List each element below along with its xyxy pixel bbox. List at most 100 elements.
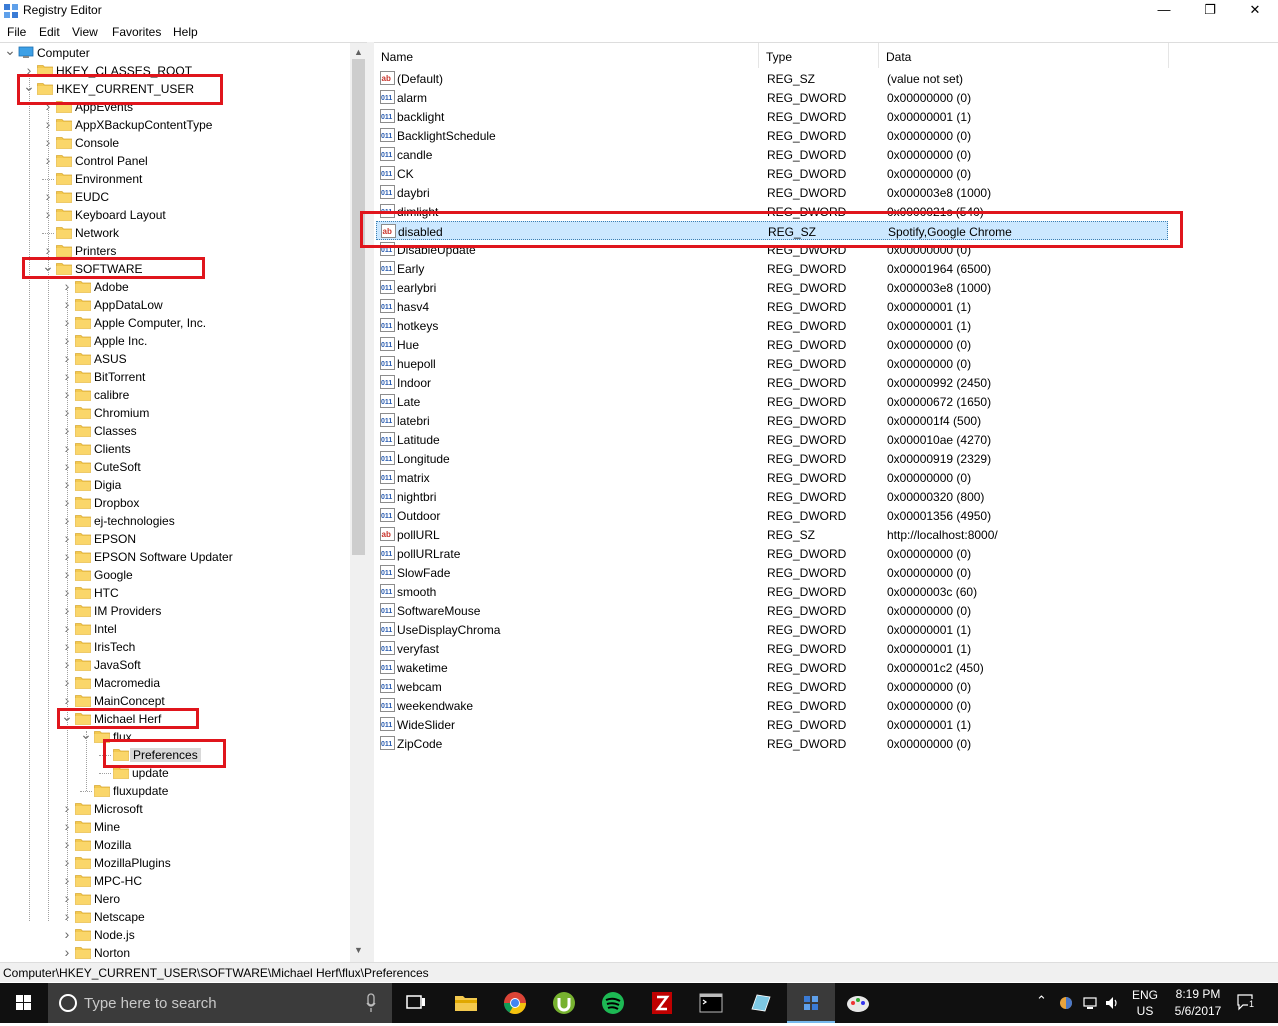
value-row-alarm[interactable]: 011 alarm REG_DWORD 0x00000000 (0): [376, 88, 1168, 107]
value-row-late[interactable]: 011 Late REG_DWORD 0x00000672 (1650): [376, 392, 1168, 411]
tree-scroll-thumb[interactable]: [352, 59, 365, 555]
registry-editor-taskbar-button[interactable]: [787, 983, 835, 1023]
maximize-button[interactable]: ❐: [1187, 0, 1233, 22]
column-header-name[interactable]: Name: [374, 43, 759, 68]
network-icon[interactable]: [1082, 995, 1098, 1011]
tree-item-keyboard-layout[interactable]: › Keyboard Layout: [0, 206, 350, 224]
input-language[interactable]: ENG US: [1132, 988, 1158, 1018]
close-button[interactable]: ✕: [1232, 0, 1278, 22]
values-list[interactable]: Name Type Data ab (Default) REG_SZ (value n…: [374, 42, 1278, 962]
value-row-candle[interactable]: 011 candle REG_DWORD 0x00000000 (0): [376, 145, 1168, 164]
menu-help[interactable]: Help: [173, 25, 198, 39]
pane-splitter[interactable]: [367, 42, 374, 962]
tree-scrollbar[interactable]: ▲ ▼: [350, 43, 367, 962]
tree-item-bittorrent[interactable]: › BitTorrent: [0, 368, 350, 386]
microphone-icon[interactable]: [366, 993, 376, 1013]
tree-item-chromium[interactable]: › Chromium: [0, 404, 350, 422]
night-light-icon[interactable]: [1058, 995, 1074, 1011]
tree-item-epson-software-updater[interactable]: › EPSON Software Updater: [0, 548, 350, 566]
tree-item-control-panel[interactable]: › Control Panel: [0, 152, 350, 170]
start-button[interactable]: [0, 983, 48, 1023]
tree-item-apple-inc-[interactable]: › Apple Inc.: [0, 332, 350, 350]
value-row-early[interactable]: 011 Early REG_DWORD 0x00001964 (6500): [376, 259, 1168, 278]
tree-item-classes[interactable]: › Classes: [0, 422, 350, 440]
tree-item-apple-computer-inc-[interactable]: › Apple Computer, Inc.: [0, 314, 350, 332]
chevron-right-icon[interactable]: ›: [61, 944, 73, 960]
chevron-down-icon[interactable]: ⌄: [4, 43, 16, 59]
taskbar-search-box[interactable]: Type here to search: [48, 983, 392, 1023]
value-row-hasv4[interactable]: 011 hasv4 REG_DWORD 0x00000001 (1): [376, 297, 1168, 316]
tree-item-calibre[interactable]: › calibre: [0, 386, 350, 404]
tree-item-im-providers[interactable]: › IM Providers: [0, 602, 350, 620]
value-row-zipcode[interactable]: 011 ZipCode REG_DWORD 0x00000000 (0): [376, 734, 1168, 753]
value-row-latebri[interactable]: 011 latebri REG_DWORD 0x000001f4 (500): [376, 411, 1168, 430]
tree-item-digia[interactable]: › Digia: [0, 476, 350, 494]
file-explorer-icon[interactable]: [450, 987, 482, 1019]
value-row-earlybri[interactable]: 011 earlybri REG_DWORD 0x000003e8 (1000): [376, 278, 1168, 297]
value-row-weekendwake[interactable]: 011 weekendwake REG_DWORD 0x00000000 (0): [376, 696, 1168, 715]
value-row-usedisplaychroma[interactable]: 011 UseDisplayChroma REG_DWORD 0x00000001 (…: [376, 620, 1168, 639]
value-row-hue[interactable]: 011 Hue REG_DWORD 0x00000000 (0): [376, 335, 1168, 354]
clock[interactable]: 8:19 PM 5/6/2017: [1168, 987, 1228, 1018]
menu-favorites[interactable]: Favorites: [112, 25, 161, 39]
minimize-button[interactable]: —: [1141, 0, 1187, 22]
value-row-softwaremouse[interactable]: 011 SoftwareMouse REG_DWORD 0x00000000 (0): [376, 601, 1168, 620]
column-header-data[interactable]: Data: [879, 43, 1169, 68]
volume-icon[interactable]: [1104, 995, 1120, 1011]
tree-item-network[interactable]: Network: [0, 224, 350, 242]
value-row-waketime[interactable]: 011 waketime REG_DWORD 0x000001c2 (450): [376, 658, 1168, 677]
chrome-icon[interactable]: [499, 987, 531, 1019]
value-row-nightbri[interactable]: 011 nightbri REG_DWORD 0x00000320 (800): [376, 487, 1168, 506]
spotify-icon[interactable]: [597, 987, 629, 1019]
tree-item-cutesoft[interactable]: › CuteSoft: [0, 458, 350, 476]
tree-item-adobe[interactable]: › Adobe: [0, 278, 350, 296]
value-row-wideslider[interactable]: 011 WideSlider REG_DWORD 0x00000001 (1): [376, 715, 1168, 734]
menu-edit[interactable]: Edit: [39, 25, 60, 39]
task-view-icon[interactable]: [400, 987, 432, 1019]
value-row-huepoll[interactable]: 011 huepoll REG_DWORD 0x00000000 (0): [376, 354, 1168, 373]
command-prompt-icon[interactable]: [695, 987, 727, 1019]
menu-file[interactable]: File: [7, 25, 26, 39]
value-row-backlight[interactable]: 011 backlight REG_DWORD 0x00000001 (1): [376, 107, 1168, 126]
tree-item-console[interactable]: › Console: [0, 134, 350, 152]
utorrent-icon[interactable]: [548, 987, 580, 1019]
value-row-matrix[interactable]: 011 matrix REG_DWORD 0x00000000 (0): [376, 468, 1168, 487]
menu-view[interactable]: View: [72, 25, 98, 39]
tree-item-epson[interactable]: › EPSON: [0, 530, 350, 548]
tree-item-appdatalow[interactable]: › AppDataLow: [0, 296, 350, 314]
tree-item-microsoft[interactable]: › Microsoft: [0, 800, 350, 818]
value-row-longitude[interactable]: 011 Longitude REG_DWORD 0x00000919 (2329): [376, 449, 1168, 468]
key-tree[interactable]: ⌄ Computer › HKEY_CLASSES_ROOT ⌄ HKEY_CURRENT…: [0, 42, 367, 962]
value-row-latitude[interactable]: 011 Latitude REG_DWORD 0x000010ae (4270): [376, 430, 1168, 449]
tree-item-ej-technologies[interactable]: › ej-technologies: [0, 512, 350, 530]
value-row-veryfast[interactable]: 011 veryfast REG_DWORD 0x00000001 (1): [376, 639, 1168, 658]
scroll-down-icon[interactable]: ▼: [354, 945, 363, 955]
value-row-daybri[interactable]: 011 daybri REG_DWORD 0x000003e8 (1000): [376, 183, 1168, 202]
value-row-ck[interactable]: 011 CK REG_DWORD 0x00000000 (0): [376, 164, 1168, 183]
column-header-type[interactable]: Type: [759, 43, 879, 68]
filezilla-icon[interactable]: [646, 987, 678, 1019]
value-row-pollurlrate[interactable]: 011 pollURLrate REG_DWORD 0x00000000 (0): [376, 544, 1168, 563]
tree-item-clients[interactable]: › Clients: [0, 440, 350, 458]
tree-item-google[interactable]: › Google: [0, 566, 350, 584]
tree-item-dropbox[interactable]: › Dropbox: [0, 494, 350, 512]
tree-item-intel[interactable]: › Intel: [0, 620, 350, 638]
tree-item-environment[interactable]: Environment: [0, 170, 350, 188]
value-row-outdoor[interactable]: 011 Outdoor REG_DWORD 0x00001356 (4950): [376, 506, 1168, 525]
value-row-indoor[interactable]: 011 Indoor REG_DWORD 0x00000992 (2450): [376, 373, 1168, 392]
tree-item-fluxupdate[interactable]: fluxupdate: [0, 782, 350, 800]
chevron-right-icon[interactable]: ›: [61, 926, 73, 942]
tree-item-mozillaplugins[interactable]: › MozillaPlugins: [0, 854, 350, 872]
tree-item-htc[interactable]: › HTC: [0, 584, 350, 602]
tree-item-eudc[interactable]: › EUDC: [0, 188, 350, 206]
tree-item-javasoft[interactable]: › JavaSoft: [0, 656, 350, 674]
tree-item-netscape[interactable]: › Netscape: [0, 908, 350, 926]
tree-item-macromedia[interactable]: › Macromedia: [0, 674, 350, 692]
action-center-button[interactable]: 1: [1236, 993, 1260, 1013]
value-row-smooth[interactable]: 011 smooth REG_DWORD 0x0000003c (60): [376, 582, 1168, 601]
tree-item-norton[interactable]: › Norton: [0, 944, 350, 962]
tree-item-node-js[interactable]: › Node.js: [0, 926, 350, 944]
tree-item-mpc-hc[interactable]: › MPC-HC: [0, 872, 350, 890]
tree-item-iristech[interactable]: › IrisTech: [0, 638, 350, 656]
tree-item-asus[interactable]: › ASUS: [0, 350, 350, 368]
